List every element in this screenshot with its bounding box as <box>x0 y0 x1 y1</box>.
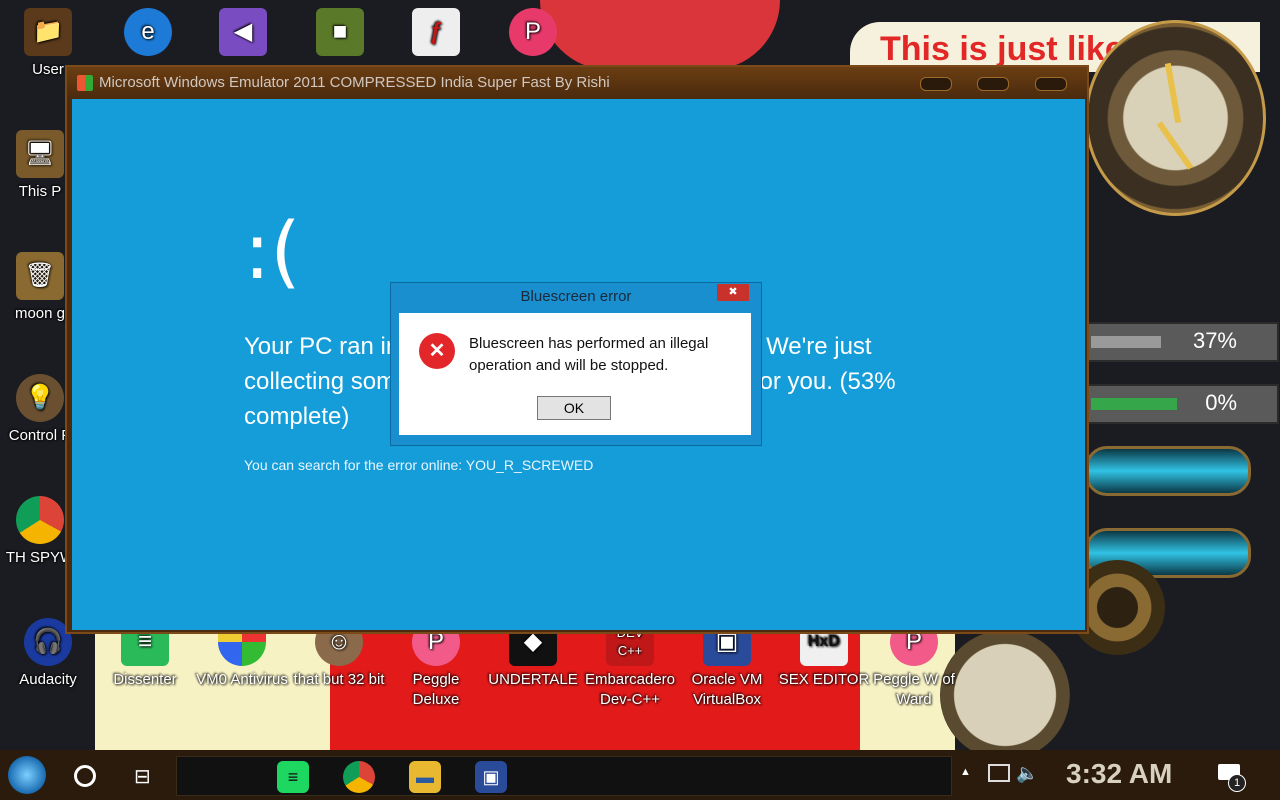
dialog-body: ✕ Bluescreen has performed an illegal op… <box>399 313 751 435</box>
desktop-icon-swf[interactable]: ƒ <box>388 8 484 60</box>
desktop-icon-label: Peggle W of Ward <box>873 671 955 708</box>
window-title: Microsoft Windows Emulator 2011 COMPRESS… <box>99 74 610 91</box>
desktop-icon-label: Embarcadero Dev-C++ <box>584 671 676 708</box>
user-folder-icon: 📁 <box>24 8 72 56</box>
task-view-icon[interactable]: ⊟ <box>134 764 151 789</box>
meter-memory-value: 0% <box>1205 390 1237 415</box>
meter-cpu-fill <box>1091 336 1162 348</box>
moon-game-icon: 🗑 <box>16 252 64 300</box>
desktop-icon-label: UNDERTALE <box>488 671 578 688</box>
desktop-icon-visual-studio[interactable]: ◀ <box>195 8 291 60</box>
edge-icon: e <box>124 8 172 56</box>
app-icon <box>77 75 93 91</box>
visual-studio-icon: ◀ <box>219 8 267 56</box>
desktop-icon-minecraft[interactable]: ■ <box>292 8 388 60</box>
clock-widget[interactable] <box>1085 20 1266 216</box>
chrome-icon <box>16 496 64 544</box>
lightbulb-icon: 💡 <box>16 374 64 422</box>
taskbar-pinned-area: ≡ ▬ ▣ <box>176 756 952 796</box>
dialog-message: Bluescreen has performed an illegal oper… <box>469 335 709 374</box>
network-icon[interactable] <box>988 764 1010 782</box>
desktop-icon-label: SEX EDITOR <box>778 671 870 688</box>
minimize-button[interactable] <box>920 77 952 91</box>
maximize-button[interactable] <box>977 77 1009 91</box>
error-dialog[interactable]: Bluescreen error ✖ ✕ Bluescreen has perf… <box>390 282 762 446</box>
desktop-icon-label: that but 32 bit <box>293 671 385 688</box>
volume-muted-icon[interactable]: 🔈 <box>1016 763 1038 784</box>
ok-button[interactable]: OK <box>537 396 611 420</box>
dialog-title: Bluescreen error <box>520 288 632 305</box>
minecraft-block-icon: ■ <box>316 8 364 56</box>
meter-memory[interactable]: 0% <box>1085 384 1279 424</box>
meter-cpu-value: 37% <box>1192 328 1237 353</box>
taskbar: ⊟ ≡ ▬ ▣ ▲ 🔈 3:32 AM 1 <box>0 750 1280 800</box>
desktop-icon-label: Dissenter <box>113 671 177 688</box>
window-titlebar[interactable]: Microsoft Windows Emulator 2011 COMPRESS… <box>67 67 1087 99</box>
desktop-icon-label: Audacity <box>19 671 77 688</box>
close-button[interactable] <box>1035 77 1067 91</box>
bsod-error-code: You can search for the error online: YOU… <box>244 457 594 473</box>
sad-face: :( <box>244 207 301 297</box>
dialog-close-button[interactable]: ✖ <box>717 284 749 301</box>
spotify-icon[interactable]: ≡ <box>277 761 309 793</box>
computer-icon: 🖥 <box>16 130 64 178</box>
flash-swf-icon: ƒ <box>412 8 460 56</box>
tube-widget-1 <box>1085 446 1251 496</box>
search-circle-icon[interactable] <box>74 765 96 787</box>
chrome-icon[interactable] <box>343 761 375 793</box>
desktop-icon-label: Oracle VM VirtualBox <box>691 671 763 708</box>
clock-hand-hour <box>1164 62 1182 124</box>
desktop-icon-peggle-top[interactable]: P <box>485 8 581 60</box>
clock-hand-minute <box>1156 121 1194 170</box>
start-button[interactable] <box>8 756 46 794</box>
meter-cpu[interactable]: 37% <box>1085 322 1279 362</box>
system-tray: ▲ 🔈 3:32 AM 1 <box>960 750 1280 800</box>
meter-memory-fill <box>1091 398 1177 410</box>
virtualbox-icon[interactable]: ▣ <box>475 761 507 793</box>
show-hidden-icons-icon[interactable]: ▲ <box>960 766 971 778</box>
error-icon: ✕ <box>419 333 455 369</box>
file-explorer-icon[interactable]: ▬ <box>409 761 441 793</box>
desktop-icon-label: Peggle Deluxe <box>412 671 460 708</box>
desktop-icon-edge[interactable]: e <box>100 8 196 60</box>
peggle-icon: P <box>509 8 557 56</box>
desktop-icon-label: VM0 Antivirus <box>196 671 288 688</box>
notification-count-badge: 1 <box>1228 774 1246 792</box>
taskbar-clock[interactable]: 3:32 AM <box>1066 758 1172 790</box>
